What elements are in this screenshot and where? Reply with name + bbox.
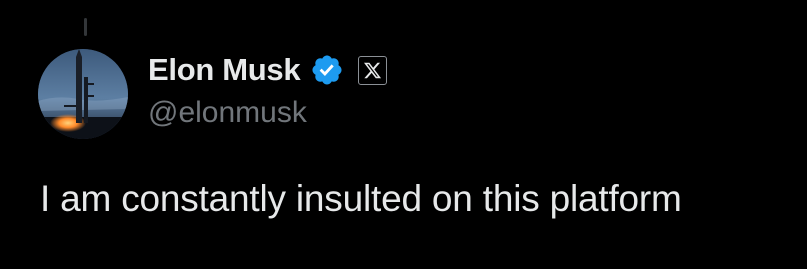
author-display-name[interactable]: Elon Musk xyxy=(148,52,301,88)
verified-badge-icon[interactable] xyxy=(310,53,344,87)
author-name-row: Elon Musk xyxy=(148,50,388,90)
author-handle[interactable]: @elonmusk xyxy=(148,96,307,130)
avatar[interactable] xyxy=(38,49,128,139)
thread-connector-line xyxy=(84,18,87,36)
tweet-text: I am constantly insulted on this platfor… xyxy=(40,178,682,219)
rocket-launch-avatar-image xyxy=(38,49,128,139)
x-logo-icon[interactable] xyxy=(358,55,388,85)
